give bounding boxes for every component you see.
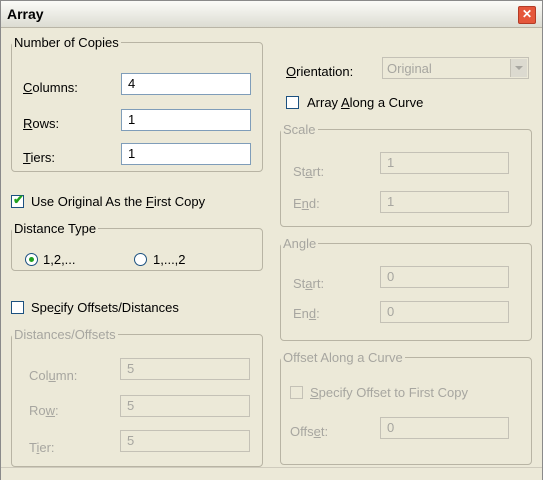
dialog-body: Number of Copies Columns: 4 Rows: 1 Tier… [4, 30, 537, 467]
scale-end-label: End: [293, 196, 320, 211]
specify-offsets-label[interactable]: Specify Offsets/Distances [31, 300, 179, 315]
offset-along-curve-group: Offset Along a Curve [280, 350, 532, 465]
chevron-down-icon [515, 66, 523, 70]
angle-end-label: End: [293, 306, 320, 321]
distance-type-option-1-label[interactable]: 1,2,... [43, 252, 76, 267]
checkmark-icon: ✔ [13, 192, 24, 207]
close-button[interactable]: ✕ [518, 6, 536, 24]
array-along-curve-checkbox[interactable] [286, 96, 299, 109]
offset-label: Offset: [290, 424, 329, 439]
dialog-title: Array [7, 6, 44, 22]
orientation-label: Orientation: [286, 64, 354, 79]
rows-label: Rows: [23, 116, 60, 131]
columns-label: Columns: [23, 80, 78, 95]
column-offset-input[interactable]: 5 [120, 358, 250, 380]
rows-input[interactable]: 1 [121, 109, 251, 131]
tier-offset-input[interactable]: 5 [120, 430, 250, 452]
distances-offsets-legend: Distances/Offsets [14, 327, 116, 342]
row-offset-label: Row: [29, 403, 59, 418]
distance-type-radio-2[interactable] [134, 253, 147, 266]
use-original-label[interactable]: Use Original As the First Copy [31, 194, 205, 209]
specify-offset-first-copy-label[interactable]: Specify Offset to First Copy [310, 385, 468, 400]
tiers-input[interactable]: 1 [121, 143, 251, 165]
columns-input[interactable]: 4 [121, 73, 251, 95]
orientation-select[interactable]: Original [382, 57, 529, 79]
use-original-checkbox[interactable]: ✔ [11, 192, 24, 208]
tiers-label: Tiers: [23, 150, 56, 165]
array-dialog: Array ✕ Number of Copies Columns: 4 Rows… [0, 0, 543, 480]
angle-legend: Angle [283, 236, 317, 251]
specify-offsets-checkbox[interactable] [11, 301, 24, 314]
scale-start-input[interactable]: 1 [380, 152, 509, 174]
angle-start-label: Start: [293, 276, 325, 291]
offset-input[interactable]: 0 [380, 417, 509, 439]
offset-along-curve-legend: Offset Along a Curve [283, 350, 403, 365]
tier-offset-label: Tier: [29, 440, 55, 455]
distance-type-legend: Distance Type [14, 221, 97, 236]
orientation-dropdown-button[interactable] [510, 59, 527, 77]
distance-type-radio-1[interactable] [25, 253, 38, 266]
close-icon: ✕ [521, 7, 533, 21]
column-offset-label: Column: [29, 368, 78, 383]
scale-start-label: Start: [293, 164, 325, 179]
status-bar [1, 467, 542, 480]
array-along-curve-label[interactable]: Array Along a Curve [307, 95, 423, 110]
row-offset-input[interactable]: 5 [120, 395, 250, 417]
angle-end-input[interactable]: 0 [380, 301, 509, 323]
number-of-copies-legend: Number of Copies [14, 35, 119, 50]
scale-end-input[interactable]: 1 [380, 191, 509, 213]
title-bar[interactable]: Array ✕ [1, 1, 542, 28]
specify-offset-first-copy-checkbox[interactable] [290, 386, 303, 399]
angle-start-input[interactable]: 0 [380, 266, 509, 288]
distance-type-option-2-label[interactable]: 1,...,2 [153, 252, 186, 267]
radio-selected-dot [29, 257, 34, 262]
scale-legend: Scale [283, 122, 316, 137]
orientation-value: Original [387, 61, 432, 76]
